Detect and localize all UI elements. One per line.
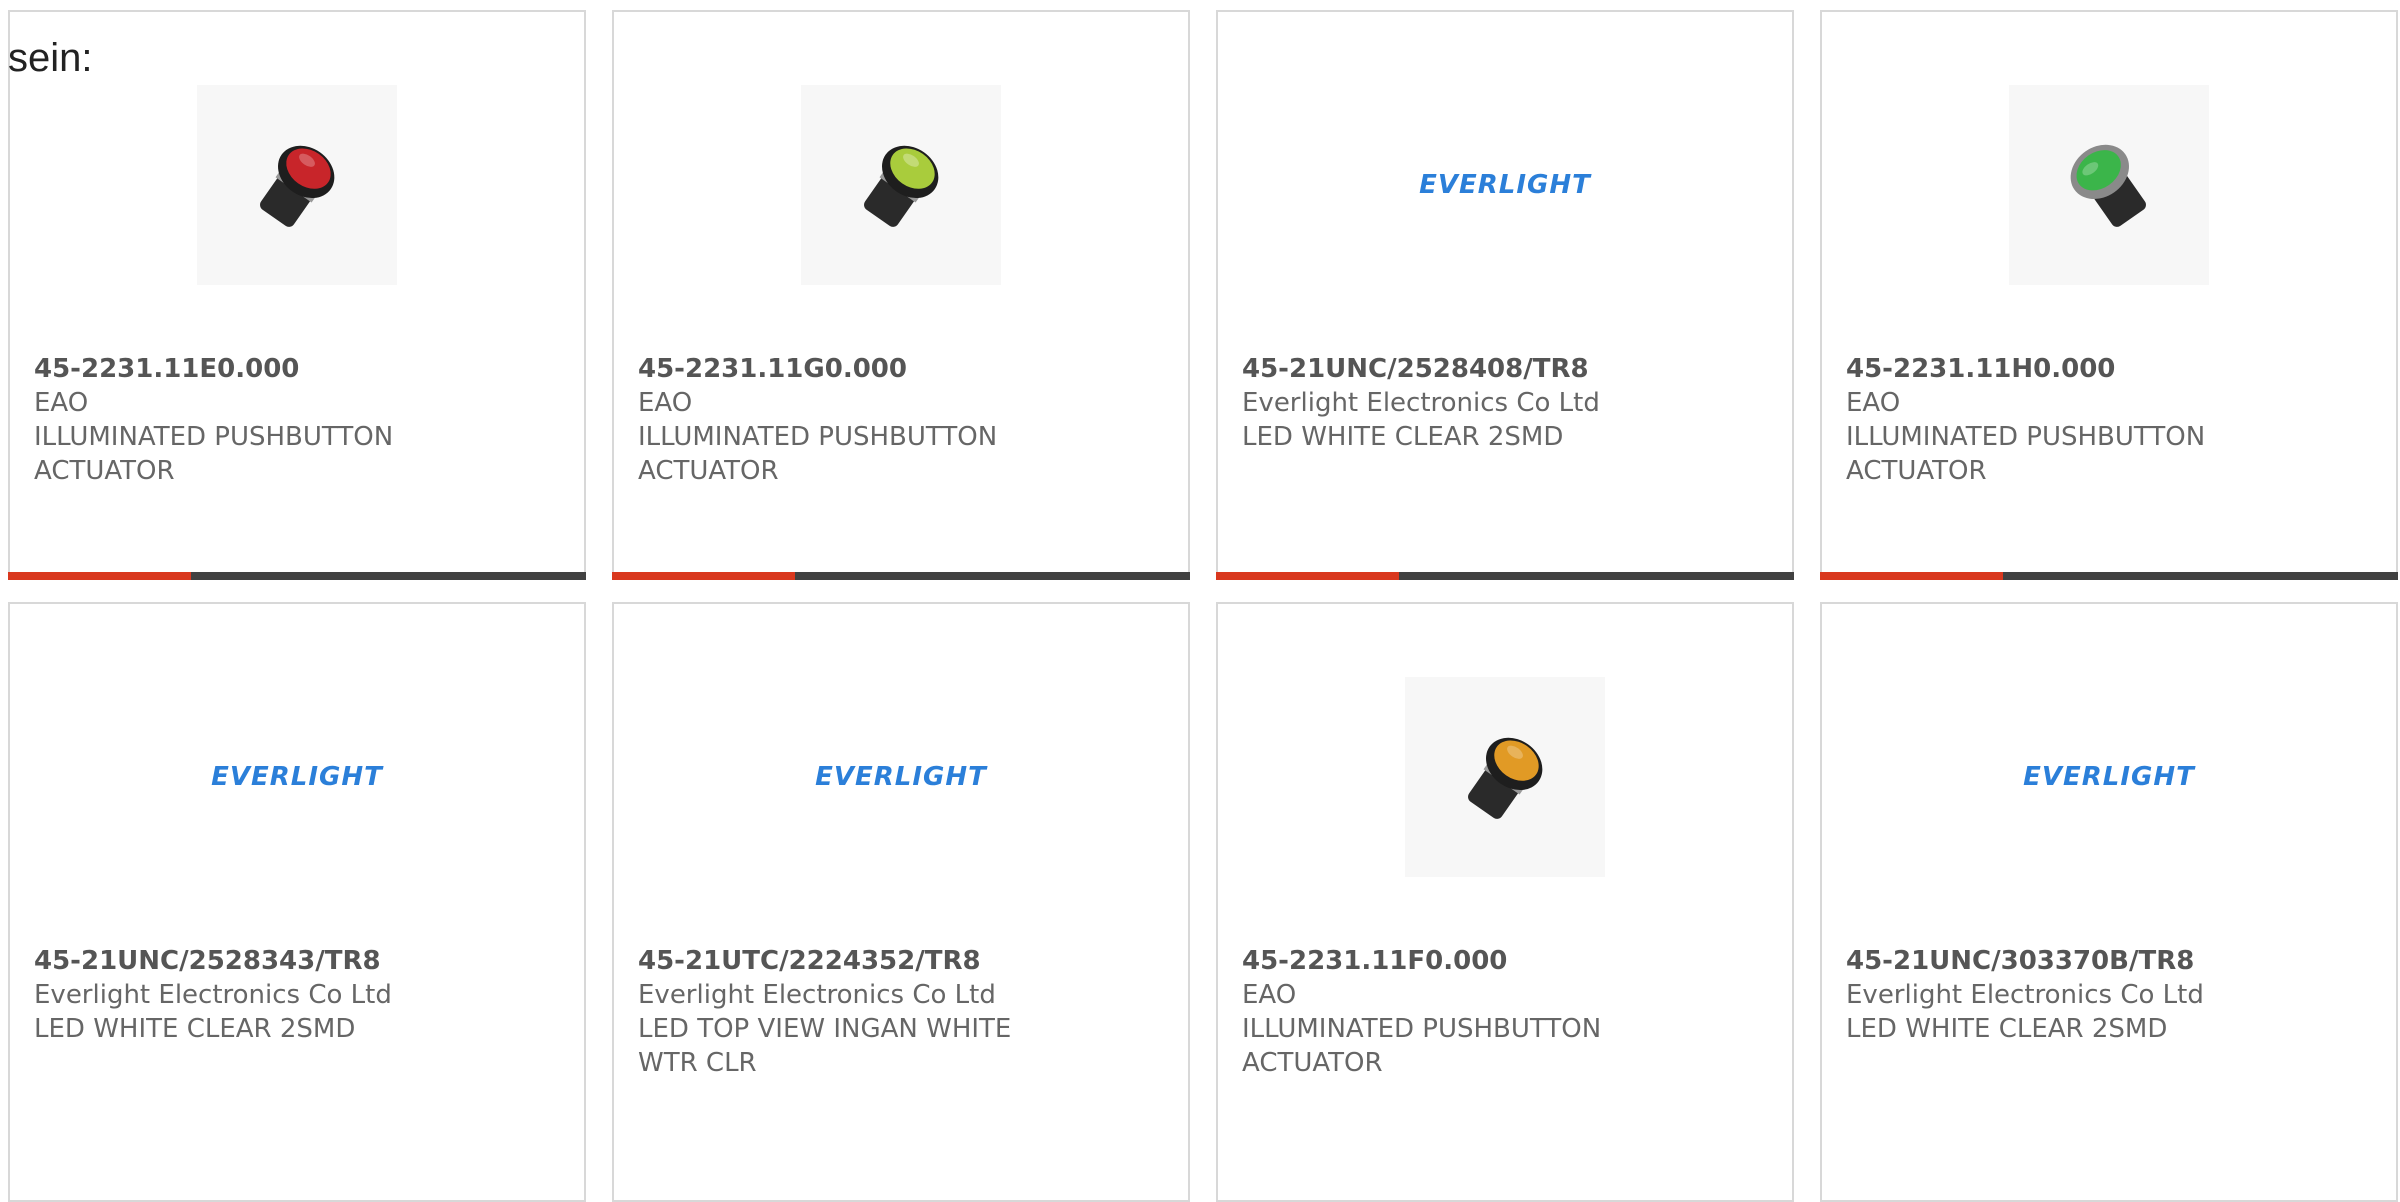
product-info: 45-21UNC/2528408/TR8 Everlight Electroni… xyxy=(1242,352,1672,454)
red-pushbutton-icon xyxy=(260,145,335,227)
product-description: LED WHITE CLEAR 2SMD xyxy=(34,1014,356,1044)
amber-pushbutton-icon xyxy=(1468,737,1543,819)
intro-text: sein: xyxy=(8,36,93,80)
everlight-logo: EVERLIGHT xyxy=(211,762,383,792)
product-card[interactable]: EVERLIGHT 45-21UNC/303370B/TR8 Everlight… xyxy=(1820,602,2398,1202)
product-description: ILLUMINATED PUSHBUTTON ACTUATOR xyxy=(1242,1014,1602,1078)
part-number-link[interactable]: 45-2231.11G0.000 xyxy=(638,352,1068,386)
everlight-logo: EVERLIGHT xyxy=(815,762,987,792)
product-description: ILLUMINATED PUSHBUTTON ACTUATOR xyxy=(34,422,394,486)
product-image: EVERLIGHT xyxy=(197,677,397,877)
product-info: 45-21UTC/2224352/TR8 Everlight Electroni… xyxy=(638,944,1068,1080)
product-description: LED WHITE CLEAR 2SMD xyxy=(1242,422,1564,452)
product-image: EVERLIGHT xyxy=(801,677,1001,877)
product-grid: 45-2231.11E0.000 EAO ILLUMINATED PUSHBUT… xyxy=(8,10,2400,1202)
product-card[interactable]: 45-2231.11F0.000 EAO ILLUMINATED PUSHBUT… xyxy=(1216,602,1794,1202)
product-card[interactable]: EVERLIGHT 45-21UNC/2528408/TR8 Everlight… xyxy=(1216,10,1794,580)
manufacturer: EAO xyxy=(1846,388,1901,418)
product-image: EVERLIGHT xyxy=(1405,85,1605,285)
product-card[interactable]: 45-2231.11G0.000 EAO ILLUMINATED PUSHBUT… xyxy=(612,10,1190,580)
product-description: ILLUMINATED PUSHBUTTON ACTUATOR xyxy=(638,422,998,486)
manufacturer: Everlight Electronics Co Ltd xyxy=(34,980,392,1010)
manufacturer: Everlight Electronics Co Ltd xyxy=(1846,980,2204,1010)
everlight-logo: EVERLIGHT xyxy=(2023,762,2195,792)
manufacturer: EAO xyxy=(34,388,89,418)
product-description: LED WHITE CLEAR 2SMD xyxy=(1846,1014,2168,1044)
product-info: 45-2231.11G0.000 EAO ILLUMINATED PUSHBUT… xyxy=(638,352,1068,488)
card-accent-bar xyxy=(612,572,1190,580)
product-image xyxy=(801,85,1001,285)
part-number-link[interactable]: 45-2231.11F0.000 xyxy=(1242,944,1672,978)
product-card[interactable]: 45-2231.11H0.000 EAO ILLUMINATED PUSHBUT… xyxy=(1820,10,2398,580)
product-card[interactable]: 45-2231.11E0.000 EAO ILLUMINATED PUSHBUT… xyxy=(8,10,586,580)
card-accent-bar xyxy=(1820,572,2398,580)
part-number-link[interactable]: 45-2231.11E0.000 xyxy=(34,352,464,386)
product-info: 45-2231.11F0.000 EAO ILLUMINATED PUSHBUT… xyxy=(1242,944,1672,1080)
product-image xyxy=(197,85,397,285)
manufacturer: Everlight Electronics Co Ltd xyxy=(1242,388,1600,418)
product-description: ILLUMINATED PUSHBUTTON ACTUATOR xyxy=(1846,422,2206,486)
product-card[interactable]: EVERLIGHT 45-21UNC/2528343/TR8 Everlight… xyxy=(8,602,586,1202)
product-info: 45-2231.11E0.000 EAO ILLUMINATED PUSHBUT… xyxy=(34,352,464,488)
yellow-pushbutton-icon xyxy=(864,145,939,227)
product-description: LED TOP VIEW INGAN WHITE WTR CLR xyxy=(638,1014,1012,1078)
part-number-link[interactable]: 45-2231.11H0.000 xyxy=(1846,352,2276,386)
everlight-logo: EVERLIGHT xyxy=(1419,170,1591,200)
manufacturer: EAO xyxy=(1242,980,1297,1010)
card-accent-bar xyxy=(8,572,586,580)
product-info: 45-21UNC/2528343/TR8 Everlight Electroni… xyxy=(34,944,464,1046)
product-image xyxy=(2009,85,2209,285)
product-image xyxy=(1405,677,1605,877)
part-number-link[interactable]: 45-21UNC/303370B/TR8 xyxy=(1846,944,2276,978)
part-number-link[interactable]: 45-21UNC/2528408/TR8 xyxy=(1242,352,1672,386)
product-info: 45-2231.11H0.000 EAO ILLUMINATED PUSHBUT… xyxy=(1846,352,2276,488)
part-number-link[interactable]: 45-21UTC/2224352/TR8 xyxy=(638,944,1068,978)
manufacturer: EAO xyxy=(638,388,693,418)
manufacturer: Everlight Electronics Co Ltd xyxy=(638,980,996,1010)
product-card[interactable]: EVERLIGHT 45-21UTC/2224352/TR8 Everlight… xyxy=(612,602,1190,1202)
product-image: EVERLIGHT xyxy=(2009,677,2209,877)
green-pushbutton-icon xyxy=(2070,144,2146,227)
card-accent-bar xyxy=(1216,572,1794,580)
product-info: 45-21UNC/303370B/TR8 Everlight Electroni… xyxy=(1846,944,2276,1046)
part-number-link[interactable]: 45-21UNC/2528343/TR8 xyxy=(34,944,464,978)
